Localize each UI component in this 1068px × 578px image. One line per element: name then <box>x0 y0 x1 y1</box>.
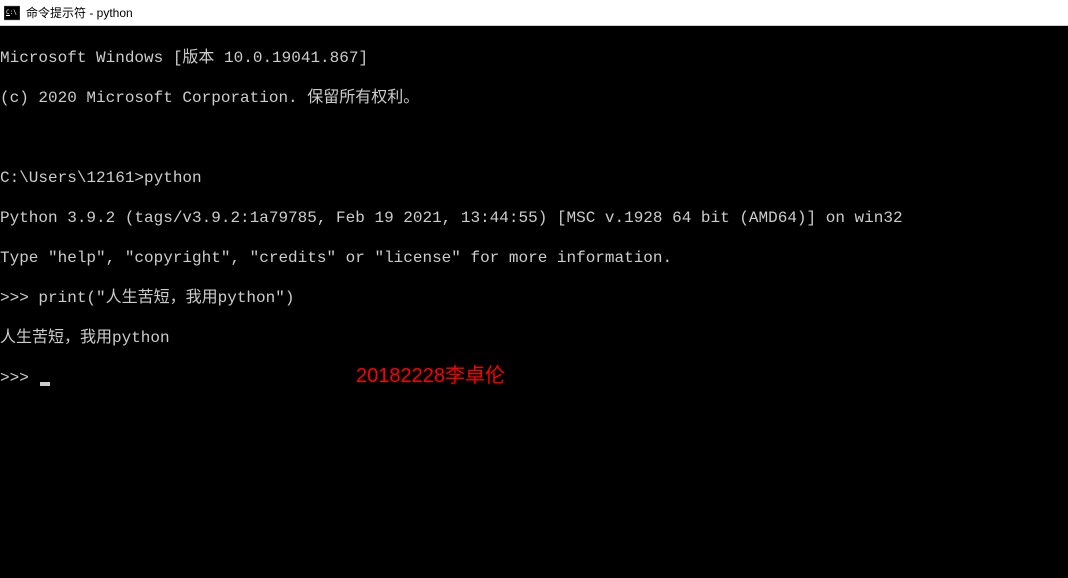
terminal-prompt-line: >>> <box>0 368 1068 388</box>
terminal-content[interactable]: Microsoft Windows [版本 10.0.19041.867] (c… <box>0 26 1068 578</box>
terminal-line: C:\Users\12161>python <box>0 168 1068 188</box>
terminal-line: (c) 2020 Microsoft Corporation. 保留所有权利。 <box>0 88 1068 108</box>
cmd-icon: C:\ <box>4 5 20 21</box>
terminal-line: Microsoft Windows [版本 10.0.19041.867] <box>0 48 1068 68</box>
watermark-text: 20182228李卓伦 <box>356 366 505 386</box>
svg-text:C:\: C:\ <box>6 9 17 16</box>
terminal-line: Python 3.9.2 (tags/v3.9.2:1a79785, Feb 1… <box>0 208 1068 228</box>
terminal-line: Type "help", "copyright", "credits" or "… <box>0 248 1068 268</box>
terminal-line <box>0 128 1068 148</box>
title-bar: C:\ 命令提示符 - python <box>0 0 1068 26</box>
window-title: 命令提示符 - python <box>26 4 133 21</box>
terminal-line: 人生苦短，我用python <box>0 328 1068 348</box>
prompt: >>> <box>0 369 38 387</box>
terminal-line: >>> print("人生苦短，我用python") <box>0 288 1068 308</box>
cursor <box>40 382 50 386</box>
